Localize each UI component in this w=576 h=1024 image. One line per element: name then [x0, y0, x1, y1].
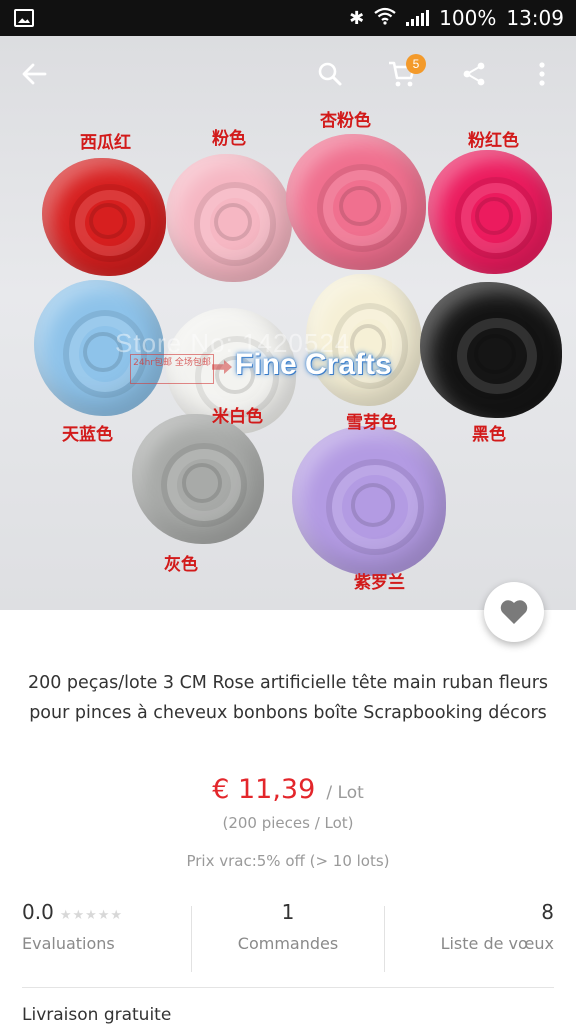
more-vertical-icon	[539, 62, 545, 86]
rose-label: 米白色	[212, 407, 263, 427]
rose-label: 灰色	[164, 555, 198, 575]
wishlist-button[interactable]	[484, 582, 544, 642]
product-title: 200 peças/lote 3 CM Rose artificielle tê…	[27, 673, 549, 723]
wishlist-stat[interactable]: 8 Liste de vœux	[385, 900, 554, 980]
wishlist-label: Liste de vœux	[440, 934, 554, 953]
rating-value: 0.0	[22, 900, 54, 924]
rose-hot-pink	[428, 150, 552, 274]
cart-count-badge: 5	[406, 54, 426, 74]
pieces-per-lot: (200 pieces / Lot)	[222, 814, 354, 832]
search-button[interactable]	[308, 52, 352, 96]
cart-button[interactable]: 5	[380, 52, 426, 96]
gallery-notification-icon	[14, 9, 34, 27]
bulk-price-info: Prix vrac:5% off (> 10 lots)	[186, 852, 390, 870]
rose-label: 黑色	[472, 425, 506, 445]
orders-stat[interactable]: 1 Commandes	[192, 900, 384, 980]
rose-black	[420, 282, 562, 418]
app-bar: 5	[0, 36, 576, 112]
signal-icon	[406, 10, 430, 26]
rating-stars-icon: ★★★★★	[59, 908, 124, 923]
product-price: € 11,39	[212, 774, 316, 805]
wishlist-count: 8	[541, 900, 554, 924]
shipping-info[interactable]: Livraison gratuite	[22, 1005, 171, 1024]
stats-row: 0.0 ★★★★★ Evaluations 1 Commandes 8 Liste…	[0, 900, 576, 980]
watermark-stamp: 24hr包邮 全场包邮	[130, 354, 214, 384]
rose-label: 天蓝色	[62, 425, 113, 445]
status-bar: ✱ 100% 13:09	[0, 0, 576, 36]
rose-apricot-pink	[286, 134, 426, 270]
arrow-left-icon	[22, 63, 47, 85]
battery-percentage: 100%	[439, 6, 497, 30]
clock: 13:09	[506, 6, 564, 30]
share-icon	[463, 62, 485, 86]
rose-label: 紫罗兰	[354, 573, 405, 593]
price-row: € 11,39 / Lot	[0, 774, 576, 805]
rose-pink	[166, 154, 292, 282]
rose-label: 粉色	[212, 129, 246, 149]
more-options-button[interactable]	[520, 52, 564, 96]
back-button[interactable]	[12, 52, 56, 96]
orders-label: Commandes	[237, 934, 339, 953]
rose-label: 西瓜红	[80, 133, 131, 153]
heart-icon	[500, 600, 528, 624]
wifi-icon	[374, 7, 396, 30]
rose-label: 粉红色	[468, 131, 519, 151]
section-divider	[22, 987, 554, 988]
rose-red	[42, 158, 166, 276]
product-image[interactable]: 西瓜红 粉色 杏粉色 粉红色 天蓝色 米白色 雪芽色 黑色 灰色 紫罗兰 Sto…	[0, 36, 576, 610]
ratings-label: Evaluations	[22, 934, 115, 953]
share-button[interactable]	[452, 52, 496, 96]
rose-violet	[292, 426, 446, 576]
rose-gray	[132, 414, 264, 544]
rose-label: 雪芽色	[346, 413, 397, 433]
bluetooth-icon: ✱	[349, 7, 365, 29]
ratings-stat[interactable]: 0.0 ★★★★★ Evaluations	[22, 900, 190, 980]
search-icon	[318, 62, 342, 86]
orders-count: 1	[281, 900, 295, 924]
price-unit: / Lot	[326, 783, 364, 803]
brand-watermark: Fine Crafts	[235, 348, 392, 381]
